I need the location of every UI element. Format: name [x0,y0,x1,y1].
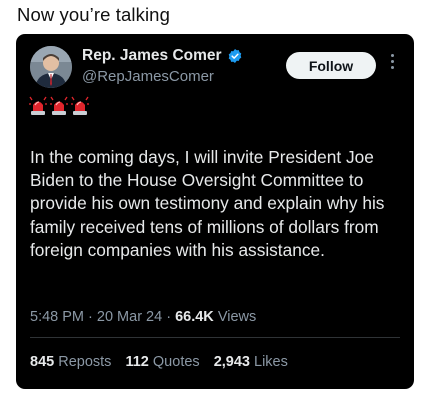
likes-stat[interactable]: 2,943 Likes [214,354,288,370]
views-count: 66.4K [175,309,214,325]
meta-separator: · [166,309,176,325]
tweet-card[interactable]: Rep. James Comer @RepJamesComer Follow I… [16,34,414,389]
quotes-count: 112 [125,354,149,370]
reposts-count: 845 [30,354,55,370]
author-handle[interactable]: @RepJamesComer [82,68,214,85]
avatar-image [30,46,72,88]
post-caption: Now you’re talking [17,4,170,25]
reposts-label: Reposts [58,354,112,370]
likes-count: 2,943 [213,354,250,370]
quotes-stat[interactable]: 112 Quotes [125,354,203,370]
engagement-stats: 845 Reposts 112 Quotes 2,943 Likes [30,354,298,370]
meta-separator: · [88,309,97,325]
tweet-metadata: 5:48 PM · 20 Mar 24 · 66.4K Views [30,309,256,325]
divider [30,337,400,338]
siren-emojis [29,96,89,115]
more-options-icon[interactable] [390,54,394,74]
tweet-text: In the coming days, I will invite Presid… [30,147,385,260]
verified-badge-icon [228,49,241,63]
views-label: Views [217,309,257,325]
police-car-light-icon [71,96,89,115]
police-car-light-icon [50,96,68,115]
tweet-time[interactable]: 5:48 PM [30,309,84,325]
police-car-light-icon [29,96,47,115]
tweet-date[interactable]: 20 Mar 24 [97,309,162,325]
reposts-stat[interactable]: 845 Reposts [30,354,115,370]
follow-button[interactable]: Follow [286,52,376,79]
author-name[interactable]: Rep. James Comer [82,47,222,65]
avatar[interactable] [30,46,72,88]
likes-label: Likes [254,354,288,370]
quotes-label: Quotes [152,354,200,370]
